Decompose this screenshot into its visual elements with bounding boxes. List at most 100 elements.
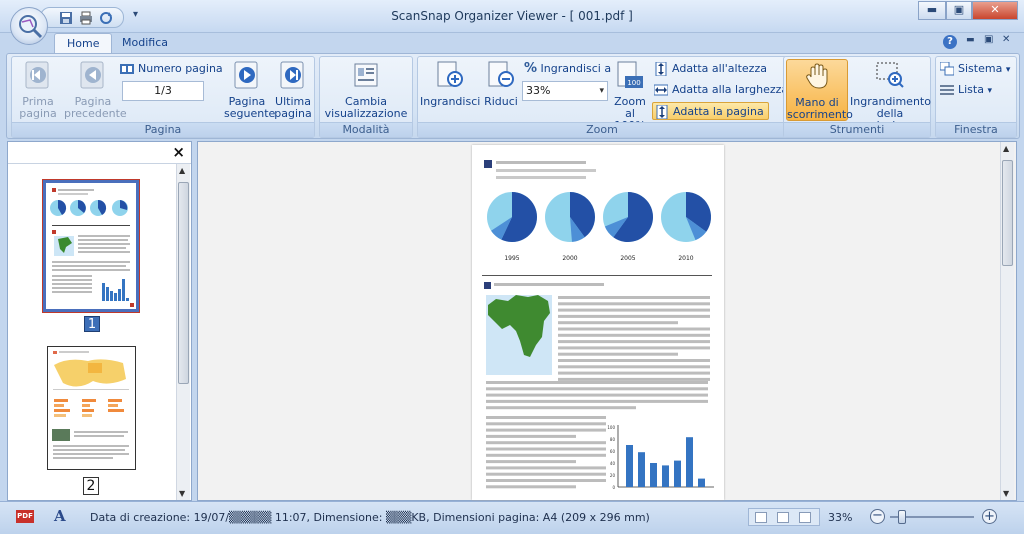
app-menu-button[interactable] xyxy=(10,7,48,45)
first-page-button[interactable]: Prima pagina xyxy=(18,60,58,120)
scroll-up-icon[interactable]: ▲ xyxy=(179,166,185,175)
page-number-input[interactable]: 1/3 xyxy=(122,81,204,101)
window-title: ScanSnap Organizer Viewer - [ 001.pdf ] xyxy=(391,9,633,23)
doc-scroll-up-icon[interactable]: ▲ xyxy=(1003,144,1009,153)
status-text: Data di creazione: 19/07/▒▒▒▒▒ 11:07, Di… xyxy=(90,511,650,524)
continuous-layout-icon[interactable] xyxy=(777,512,789,523)
zoom-100-icon: 100 xyxy=(617,61,643,88)
page-number-icon xyxy=(120,64,134,74)
prev-page-icon xyxy=(80,61,104,89)
zoom-to-label-row: % Ingrandisci a xyxy=(524,60,611,78)
page-number-label: Numero pagina xyxy=(138,62,223,75)
two-page-layout-icon[interactable] xyxy=(799,512,811,523)
bar xyxy=(662,465,669,487)
doc-scroll-down-icon[interactable]: ▼ xyxy=(1003,489,1009,498)
fit-height-button[interactable]: Adatta all'altezza xyxy=(654,60,767,78)
group-pagina: Prima pagina Pagina precedente Numero pa… xyxy=(11,56,315,138)
ribbon-minimize-icon[interactable]: ▬ xyxy=(966,35,975,45)
fit-page-button[interactable]: Adatta la pagina xyxy=(652,102,769,120)
text-line xyxy=(486,387,708,391)
thumbnail-scrollbar[interactable]: ▲ ▼ xyxy=(176,164,190,500)
thumbnail-page-1[interactable] xyxy=(42,179,140,313)
thumbnail-label-2: 2 xyxy=(83,477,99,495)
zoom-out-status-icon[interactable]: − xyxy=(870,509,885,524)
zoom-dropdown-icon[interactable]: ▾ xyxy=(599,82,604,100)
close-button[interactable]: ✕ xyxy=(972,1,1018,20)
ribbon-close-icon[interactable]: ✕ xyxy=(1002,34,1010,45)
pie-chart-group: 1995 2000 2005 2010 xyxy=(487,192,711,262)
system-windows-icon xyxy=(940,62,954,76)
text-line xyxy=(486,399,708,403)
last-page-button[interactable]: Ultima pagina xyxy=(274,60,312,120)
maximize-button[interactable]: ▣ xyxy=(946,1,972,20)
thumbnail-page-2[interactable] xyxy=(47,346,136,470)
page-number-label-row: Numero pagina xyxy=(120,60,223,78)
text-line xyxy=(486,447,606,451)
text-line xyxy=(486,485,576,489)
scroll-down-icon[interactable]: ▼ xyxy=(179,489,185,498)
group-label-strumenti: Strumenti xyxy=(784,122,930,137)
map-side-text xyxy=(558,296,710,381)
bar xyxy=(686,437,693,487)
close-thumbnails-icon[interactable]: × xyxy=(172,143,185,161)
document-page: 1995 2000 2005 2010 100 80 60 40 20 0 xyxy=(472,145,724,500)
last-page-icon xyxy=(280,61,304,89)
text-line xyxy=(558,302,710,306)
tab-modifica[interactable]: Modifica xyxy=(110,33,180,54)
ribbon-restore-icon[interactable]: ▣ xyxy=(984,34,993,45)
text-line xyxy=(558,296,710,299)
change-view-button[interactable]: Cambia visualizzazione xyxy=(322,60,410,120)
fit-width-button[interactable]: Adatta alla larghezza xyxy=(654,81,788,99)
text-line xyxy=(486,381,708,384)
text-line xyxy=(558,321,678,325)
document-view: 1995 2000 2005 2010 100 80 60 40 20 0 ▲ ▼ xyxy=(197,141,1017,501)
pie-year-label: 1995 xyxy=(504,255,519,262)
change-view-label: Cambia visualizzazione xyxy=(324,95,408,120)
last-page-label: Ultima pagina xyxy=(274,95,312,120)
title-bar: ▾ ScanSnap Organizer Viewer - [ 001.pdf … xyxy=(0,0,1024,33)
text-line xyxy=(558,314,710,318)
text-line xyxy=(486,479,606,482)
page-layout-buttons xyxy=(748,508,820,526)
zoom-out-label: Riduci xyxy=(484,95,518,108)
hand-tool-button[interactable]: Mano di scorrimento xyxy=(786,59,853,121)
zoom-level-select[interactable]: 33% ▾ xyxy=(522,81,608,101)
tab-home[interactable]: Home xyxy=(54,33,113,54)
zoom-out-button[interactable]: Riduci xyxy=(482,60,520,108)
bar-chart-tick-label: 40 xyxy=(610,461,616,466)
ribbon-tab-row: Home Modifica ? ▬ ▣ ✕ xyxy=(0,33,1024,54)
bar xyxy=(638,452,645,487)
system-button[interactable]: Sistema ▾ xyxy=(940,60,1010,78)
group-label-modalita: Modalità xyxy=(320,122,412,137)
zoom-in-icon xyxy=(437,61,463,87)
page-2-preview xyxy=(52,351,129,459)
zoom-in-status-icon[interactable]: + xyxy=(982,509,997,524)
help-icon[interactable]: ? xyxy=(943,35,957,49)
thumbnail-label-1: 1 xyxy=(84,316,100,332)
group-zoom: Ingrandisci Riduci % Ingrandisci a 33% ▾… xyxy=(417,56,788,138)
text-line xyxy=(558,365,710,369)
bar xyxy=(650,463,657,487)
zoom-out-icon xyxy=(488,61,514,87)
fit-page-icon xyxy=(656,105,668,119)
next-page-button[interactable]: Pagina seguente xyxy=(224,60,275,120)
group-strumenti: Mano di scorrimento Ingrandimento della … xyxy=(783,56,931,138)
zoom-in-button[interactable]: Ingrandisci xyxy=(420,60,480,108)
prev-page-label: Pagina precedente xyxy=(64,95,127,120)
list-button[interactable]: Lista ▾ xyxy=(940,81,992,99)
doc-scroll-thumb[interactable] xyxy=(1002,160,1013,266)
text-line xyxy=(558,327,710,331)
text-line xyxy=(486,422,606,426)
minimize-button[interactable]: ▬ xyxy=(918,1,946,20)
single-page-layout-icon[interactable] xyxy=(755,512,767,523)
zoom-slider-thumb[interactable] xyxy=(898,510,906,524)
document-scrollbar[interactable]: ▲ ▼ xyxy=(1000,142,1014,500)
bar-chart-tick-label: 20 xyxy=(610,473,616,478)
selection-zoom-icon xyxy=(876,62,904,88)
thumbnail-scroll-thumb[interactable] xyxy=(178,182,189,384)
prev-page-button[interactable]: Pagina precedente xyxy=(64,60,127,120)
bar xyxy=(674,460,681,487)
fit-page-label: Adatta la pagina xyxy=(673,105,764,118)
system-label: Sistema xyxy=(958,62,1003,75)
text-line xyxy=(486,393,708,397)
